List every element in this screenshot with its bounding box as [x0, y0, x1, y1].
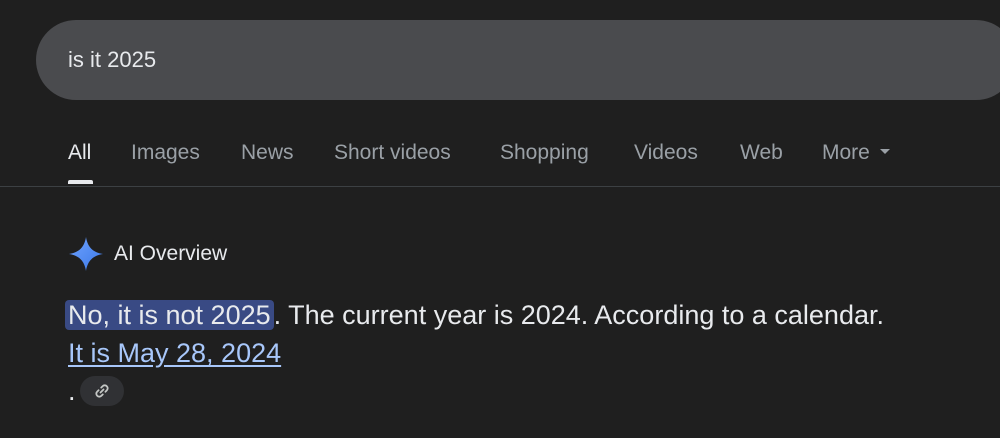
source-link[interactable]: It is May 28, 2024	[68, 338, 281, 368]
ai-overview-answer: No, it is not 2025. The current year is …	[65, 296, 968, 372]
tab-all[interactable]: All	[68, 140, 91, 166]
caret-down-icon	[879, 148, 890, 154]
tab-short-videos[interactable]: Short videos	[334, 140, 451, 166]
tab-more[interactable]: More	[822, 140, 890, 166]
active-tab-indicator	[68, 180, 93, 184]
sparkle-icon	[69, 237, 103, 271]
search-tabs: All Images News Short videos Shopping Vi…	[0, 118, 1000, 187]
tab-web[interactable]: Web	[740, 140, 783, 166]
tab-more-label: More	[822, 141, 870, 164]
tab-videos[interactable]: Videos	[634, 140, 698, 166]
ai-overview-title: AI Overview	[114, 242, 228, 265]
tab-images[interactable]: Images	[131, 140, 200, 166]
tab-news[interactable]: News	[241, 140, 294, 166]
link-chip-button[interactable]	[80, 376, 124, 406]
search-input[interactable]: is it 2025	[68, 47, 156, 73]
answer-text: . The current year is 2024. According to…	[273, 300, 884, 330]
link-icon	[95, 384, 109, 398]
search-bar[interactable]: is it 2025	[36, 20, 1000, 100]
answer-highlight: No, it is not 2025	[65, 300, 274, 330]
answer-trailing-period: .	[68, 376, 76, 406]
tab-shopping[interactable]: Shopping	[500, 140, 589, 166]
